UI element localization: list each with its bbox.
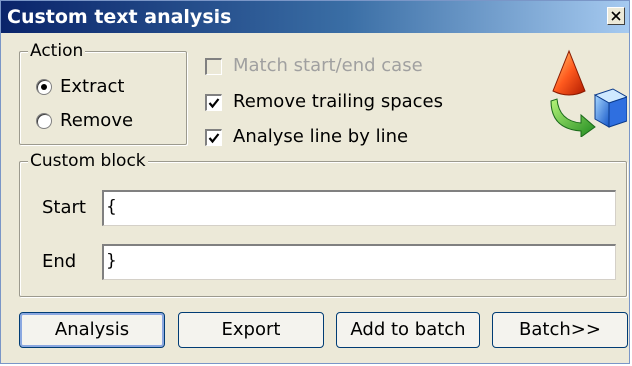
match-case-label: Match start/end case	[233, 55, 423, 76]
app-logo-icon	[550, 49, 627, 137]
action-group: Action Extract Remove	[19, 41, 187, 145]
window-title: Custom text analysis	[7, 6, 232, 28]
match-case-checkbox	[205, 58, 222, 75]
title-bar[interactable]: Custom text analysis	[1, 1, 629, 33]
line-by-line-option[interactable]: Analyse line by line	[205, 126, 485, 150]
start-input[interactable]: {	[102, 190, 616, 226]
radio-selected-dot	[41, 84, 47, 90]
radio-extract-button[interactable]	[36, 79, 52, 95]
export-button[interactable]: Export	[178, 312, 324, 348]
radio-remove[interactable]: Remove	[36, 110, 176, 134]
remove-trailing-option[interactable]: Remove trailing spaces	[205, 91, 485, 115]
analysis-button[interactable]: Analysis	[19, 312, 165, 348]
custom-block-legend: Custom block	[28, 151, 148, 171]
checkmark-icon	[208, 98, 220, 109]
action-group-legend: Action	[28, 41, 86, 61]
end-label: End	[42, 251, 77, 272]
radio-remove-button[interactable]	[36, 113, 52, 129]
close-button[interactable]	[607, 7, 625, 25]
add-to-batch-button[interactable]: Add to batch	[336, 312, 480, 348]
checkmark-icon	[208, 133, 220, 144]
custom-block-group: Custom block Start { End }	[19, 151, 627, 297]
radio-remove-label: Remove	[60, 110, 134, 131]
line-by-line-label: Analyse line by line	[233, 126, 409, 147]
match-case-option: Match start/end case	[205, 55, 485, 79]
start-label: Start	[42, 197, 86, 218]
line-by-line-checkbox[interactable]	[205, 129, 222, 146]
radio-extract[interactable]: Extract	[36, 76, 176, 100]
close-icon	[611, 11, 621, 21]
remove-trailing-label: Remove trailing spaces	[233, 91, 443, 112]
radio-extract-label: Extract	[60, 76, 125, 97]
dialog-window: Custom text analysis Action Extract Remo…	[0, 0, 630, 364]
batch-button[interactable]: Batch>>	[492, 312, 628, 348]
remove-trailing-checkbox[interactable]	[205, 94, 222, 111]
end-input[interactable]: }	[102, 244, 616, 280]
